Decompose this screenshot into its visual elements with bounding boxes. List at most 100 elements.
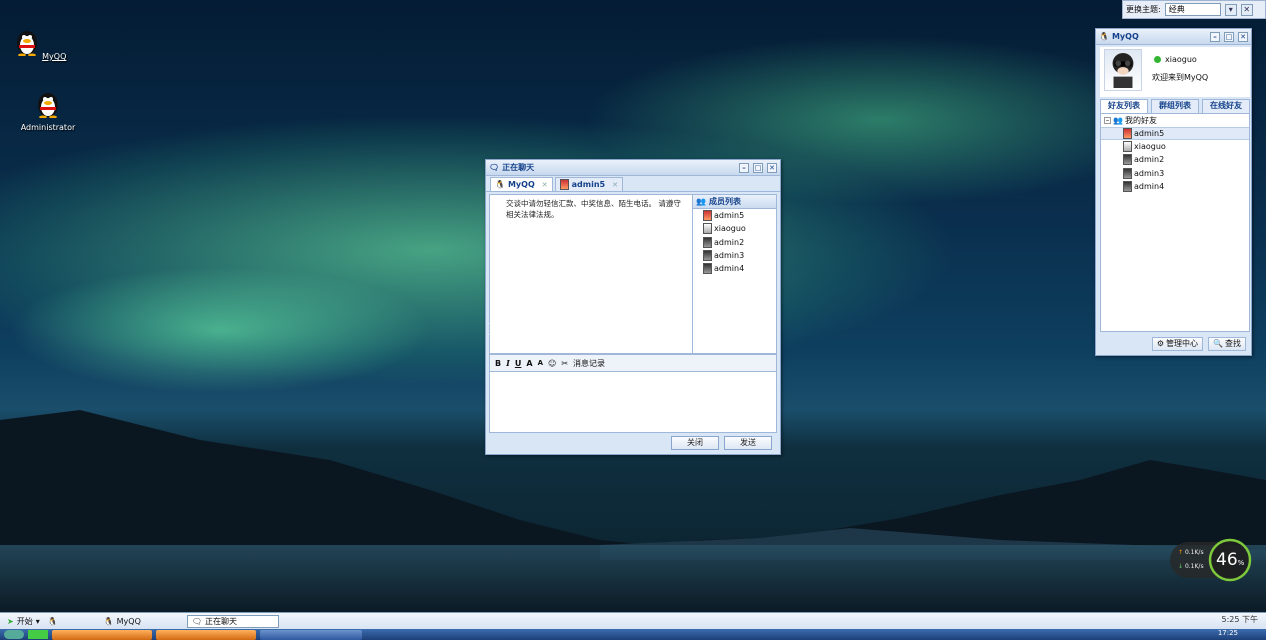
member-name: admin2 [714,237,745,247]
close-chat-button[interactable]: 关闭 [671,436,719,450]
member-item[interactable]: admin2 [693,236,776,249]
friend-item[interactable]: admin5 [1101,127,1249,141]
theme-label: 更换主题: [1126,5,1161,14]
member-name: admin3 [714,251,745,261]
app-icon[interactable] [28,630,48,639]
chevron-down-icon[interactable]: ▾ [1224,3,1237,16]
windows-taskbar [0,629,1266,640]
chat-notice: 交谈中请勿轻信汇款、中奖信息、陌生电话。 请遵守相关法律法规。 [506,199,681,219]
panel-tabs: 好友列表 群组列表 在线好友 [1100,99,1250,113]
desktop-icon-label: Administrator [20,123,76,132]
qq-icon: 🐧 [103,616,114,626]
network-speed-widget[interactable]: ↑ 0.1K/s ↓ 0.1K/s 46% [1170,538,1252,582]
chat-bubble-icon: 🗨 [489,163,500,172]
friend-group[interactable]: – 👥 我的好友 [1101,114,1249,127]
friend-name: admin2 [1134,155,1165,165]
member-item[interactable]: admin5 [693,209,776,222]
start-label: 开始 [16,616,33,626]
friend-item[interactable]: admin3 [1101,167,1249,180]
windows-start-icon[interactable] [4,630,24,639]
close-icon[interactable]: ✕ [542,181,548,189]
tab-online[interactable]: 在线好友 [1202,99,1250,113]
chat-tab-bar: 🐧 MyQQ ✕ admin5 ✕ [486,176,780,192]
close-icon[interactable]: ✕ [612,181,618,189]
search-button[interactable]: 🔍 查找 [1208,337,1246,351]
bold-button[interactable]: B [495,359,501,368]
screenshot-icon[interactable]: ✂ [561,359,568,368]
font-size-down-button[interactable]: A [538,359,543,367]
avatar [1123,154,1132,166]
taskbar-clock: 5:25 下午 [1221,615,1258,624]
chat-window-title: 正在聊天 [502,163,535,172]
send-button[interactable]: 发送 [724,436,772,450]
maximize-button[interactable]: □ [1224,31,1234,42]
taskbar-item-myqq[interactable]: 🐧 MyQQ [100,615,145,628]
friend-item[interactable]: admin2 [1101,153,1249,166]
usage-unit: % [1237,559,1245,567]
close-icon[interactable]: ✕ [1240,3,1253,16]
friend-name: admin5 [1134,129,1165,139]
theme-selected-value: 经典 [1168,5,1185,14]
italic-button[interactable]: I [506,358,510,368]
download-speed: 0.1K/s [1184,563,1204,570]
close-button[interactable]: ✕ [767,162,777,173]
tab-admin5[interactable]: admin5 ✕ [554,177,623,191]
upload-speed: 0.1K/s [1184,549,1204,556]
tab-myqq[interactable]: 🐧 MyQQ ✕ [490,177,553,191]
usage-percent: 46 [1216,550,1238,570]
member-name: xiaoguo [714,224,746,234]
collapse-icon[interactable]: – [1104,117,1111,124]
desktop-icon-administrator[interactable]: Administrator [13,90,83,132]
font-size-up-button[interactable]: A [526,359,532,368]
avatar[interactable] [1104,49,1142,91]
myqq-titlebar[interactable]: 🐧 MyQQ – □ ✕ [1096,29,1251,45]
taskbar-row: ➤ 开始 ▾ 🐧 🐧 MyQQ 🗨 正在聊天 5:25 下午 [0,612,1266,629]
taskbar-item-label: MyQQ [116,616,141,626]
qq-penguin-icon [16,31,37,57]
friend-list: – 👥 我的好友 admin5 xiaoguo admin2 admin3 ad… [1100,113,1250,332]
underline-button[interactable]: U [515,359,522,368]
message-input[interactable] [489,371,777,433]
manage-center-button[interactable]: ⚙ 管理中心 [1151,337,1204,351]
group-icon: 👥 [696,197,706,206]
search-label: 查找 [1225,339,1241,348]
theme-select[interactable]: 经典 [1164,3,1221,16]
taskbar: ➤ 开始 ▾ 🐧 🐧 MyQQ 🗨 正在聊天 5:25 下午 17:25 [0,612,1266,640]
friend-name: admin4 [1134,181,1165,191]
avatar [703,236,712,248]
maximize-button[interactable]: □ [753,162,763,173]
search-icon: 🔍 [1213,339,1223,348]
panel-footer: ⚙ 管理中心 🔍 查找 [1096,332,1252,356]
group-name: 我的好友 [1124,116,1157,125]
emoji-icon[interactable]: ☺ [548,359,556,368]
member-item[interactable]: admin3 [693,249,776,262]
qq-penguin-icon[interactable]: 🐧 [48,617,58,626]
tab-label: admin5 [571,180,606,189]
avatar [1123,128,1132,140]
member-item[interactable]: xiaoguo [693,222,776,235]
chat-window-titlebar[interactable]: 🗨 正在聊天 – □ ✕ [486,160,780,176]
member-item[interactable]: admin4 [693,262,776,275]
start-button[interactable]: ➤ 开始 ▾ [3,615,44,628]
taskbar-item-chat[interactable]: 🗨 正在聊天 [186,614,279,628]
system-clock: 17:25 [1217,629,1238,637]
minimize-button[interactable]: – [739,162,749,173]
history-button[interactable]: 消息记录 [573,358,605,369]
taskbar-app-button[interactable] [52,629,152,640]
desktop-icon-myqq[interactable]: MyQQ [5,28,75,61]
minimize-button[interactable]: – [1210,31,1220,42]
tab-groups[interactable]: 群组列表 [1151,99,1199,113]
tab-friends[interactable]: 好友列表 [1100,99,1148,113]
myqq-title: MyQQ [1111,32,1139,41]
chat-bubble-icon: 🗨 [191,616,203,626]
desktop-icon-label: MyQQ [42,52,67,61]
friend-name: xiaoguo [1134,142,1166,152]
taskbar-app-button[interactable] [156,629,256,640]
taskbar-app-button[interactable] [260,629,362,640]
profile-card: xiaoguo 欢迎来到MyQQ [1100,47,1250,97]
close-button[interactable]: ✕ [1238,31,1248,42]
lake-reflection [0,545,1266,615]
qq-icon: 🐧 [495,180,505,189]
friend-item[interactable]: admin4 [1101,180,1249,193]
friend-item[interactable]: xiaoguo [1101,140,1249,153]
